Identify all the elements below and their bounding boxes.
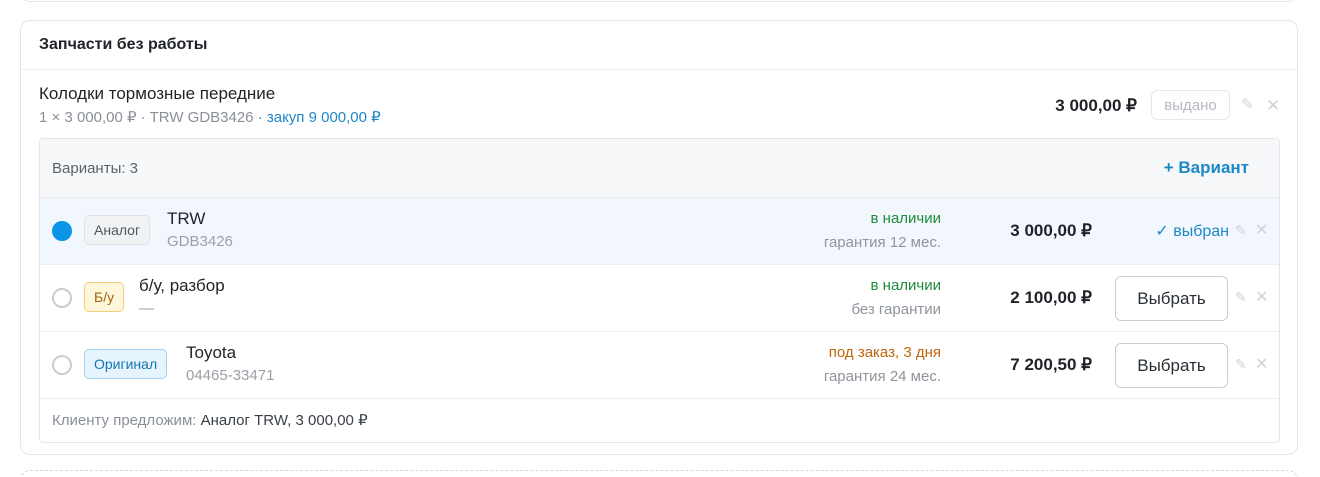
variant-tag-original: Оригинал <box>84 349 168 379</box>
choose-variant-button[interactable]: Выбрать <box>1115 276 1228 321</box>
choose-variant-button[interactable]: Выбрать <box>1115 343 1228 388</box>
edit-icon[interactable]: ✎ <box>1241 97 1254 112</box>
variant-tag-used: Б/у <box>84 282 125 312</box>
variants-header: Варианты: 3 + Вариант <box>40 139 1279 198</box>
variant-row[interactable]: Б/у б/у, разбор — в наличии без гарантии… <box>40 265 1279 332</box>
variant-availability: в наличии <box>870 277 941 294</box>
variant-availability: в наличии <box>870 210 941 227</box>
next-card-dashed-edge <box>20 470 1298 477</box>
variant-warranty: без гарантии <box>851 301 941 318</box>
variant-price: 3 000,00 ₽ <box>1010 221 1092 240</box>
variant-row[interactable]: Аналог TRW GDB3426 в наличии гарантия 12… <box>40 198 1279 265</box>
delete-icon[interactable]: ✕ <box>1255 357 1268 373</box>
edit-icon[interactable]: ✎ <box>1235 357 1247 371</box>
variant-price: 7 200,50 ₽ <box>1010 355 1092 374</box>
part-name: Колодки тормозные передние <box>39 84 276 103</box>
variant-warranty: гарантия 12 мес. <box>823 234 941 251</box>
offer-summary-value: Аналог TRW, 3 000,00 ₽ <box>200 412 368 429</box>
issued-button[interactable]: выдано <box>1151 90 1230 120</box>
variant-radio[interactable] <box>52 288 72 308</box>
variant-radio[interactable] <box>52 355 72 375</box>
add-variant-button[interactable]: + Вариант <box>1164 158 1249 178</box>
part-row: Колодки тормозные передние 1 × 3 000,00 … <box>21 70 1297 137</box>
parts-without-work-card: Запчасти без работы Колодки тормозные пе… <box>20 20 1298 455</box>
part-meta-main: 1 × 3 000,00 ₽ · TRW GDB3426 <box>39 109 254 126</box>
offer-summary: Клиенту предложим: Аналог TRW, 3 000,00 … <box>40 399 1279 442</box>
previous-card-edge <box>20 0 1298 2</box>
edit-icon[interactable]: ✎ <box>1235 290 1247 304</box>
delete-icon[interactable]: ✕ <box>1255 223 1268 239</box>
variant-warranty: гарантия 24 мес. <box>823 368 941 385</box>
delete-icon[interactable]: ✕ <box>1255 290 1268 306</box>
variant-radio-selected[interactable] <box>52 221 72 241</box>
offer-summary-text: Клиенту предложим: Аналог TRW, 3 000,00 … <box>52 411 368 429</box>
variant-name: TRW <box>167 209 206 228</box>
part-meta: 1 × 3 000,00 ₽ · TRW GDB3426 · закуп 9 0… <box>39 108 381 126</box>
edit-icon[interactable]: ✎ <box>1235 223 1247 237</box>
part-price: 3 000,00 ₽ <box>1055 96 1137 115</box>
variant-chosen-label: ✓ выбран <box>1155 223 1229 240</box>
variant-name: б/у, разбор <box>139 276 225 295</box>
variant-tag-analog: Аналог <box>84 215 151 245</box>
variant-code: 04465-33471 <box>186 367 275 384</box>
variant-price: 2 100,00 ₽ <box>1010 288 1092 307</box>
variants-panel: Варианты: 3 + Вариант Аналог TRW GDB3426… <box>39 138 1280 443</box>
variant-code: — <box>139 300 154 317</box>
variant-row[interactable]: Оригинал Toyota 04465-33471 под заказ, 3… <box>40 332 1279 399</box>
variants-count: Варианты: 3 <box>52 160 139 177</box>
delete-icon[interactable]: ✕ <box>1266 97 1280 114</box>
part-purchase-price: · закуп 9 000,00 ₽ <box>253 109 381 126</box>
section-title: Запчасти без работы <box>21 21 1297 70</box>
offer-summary-label: Клиенту предложим: <box>52 412 201 429</box>
variant-code: GDB3426 <box>167 233 233 250</box>
variant-name: Toyota <box>186 343 237 362</box>
variant-availability: под заказ, 3 дня <box>828 344 941 361</box>
